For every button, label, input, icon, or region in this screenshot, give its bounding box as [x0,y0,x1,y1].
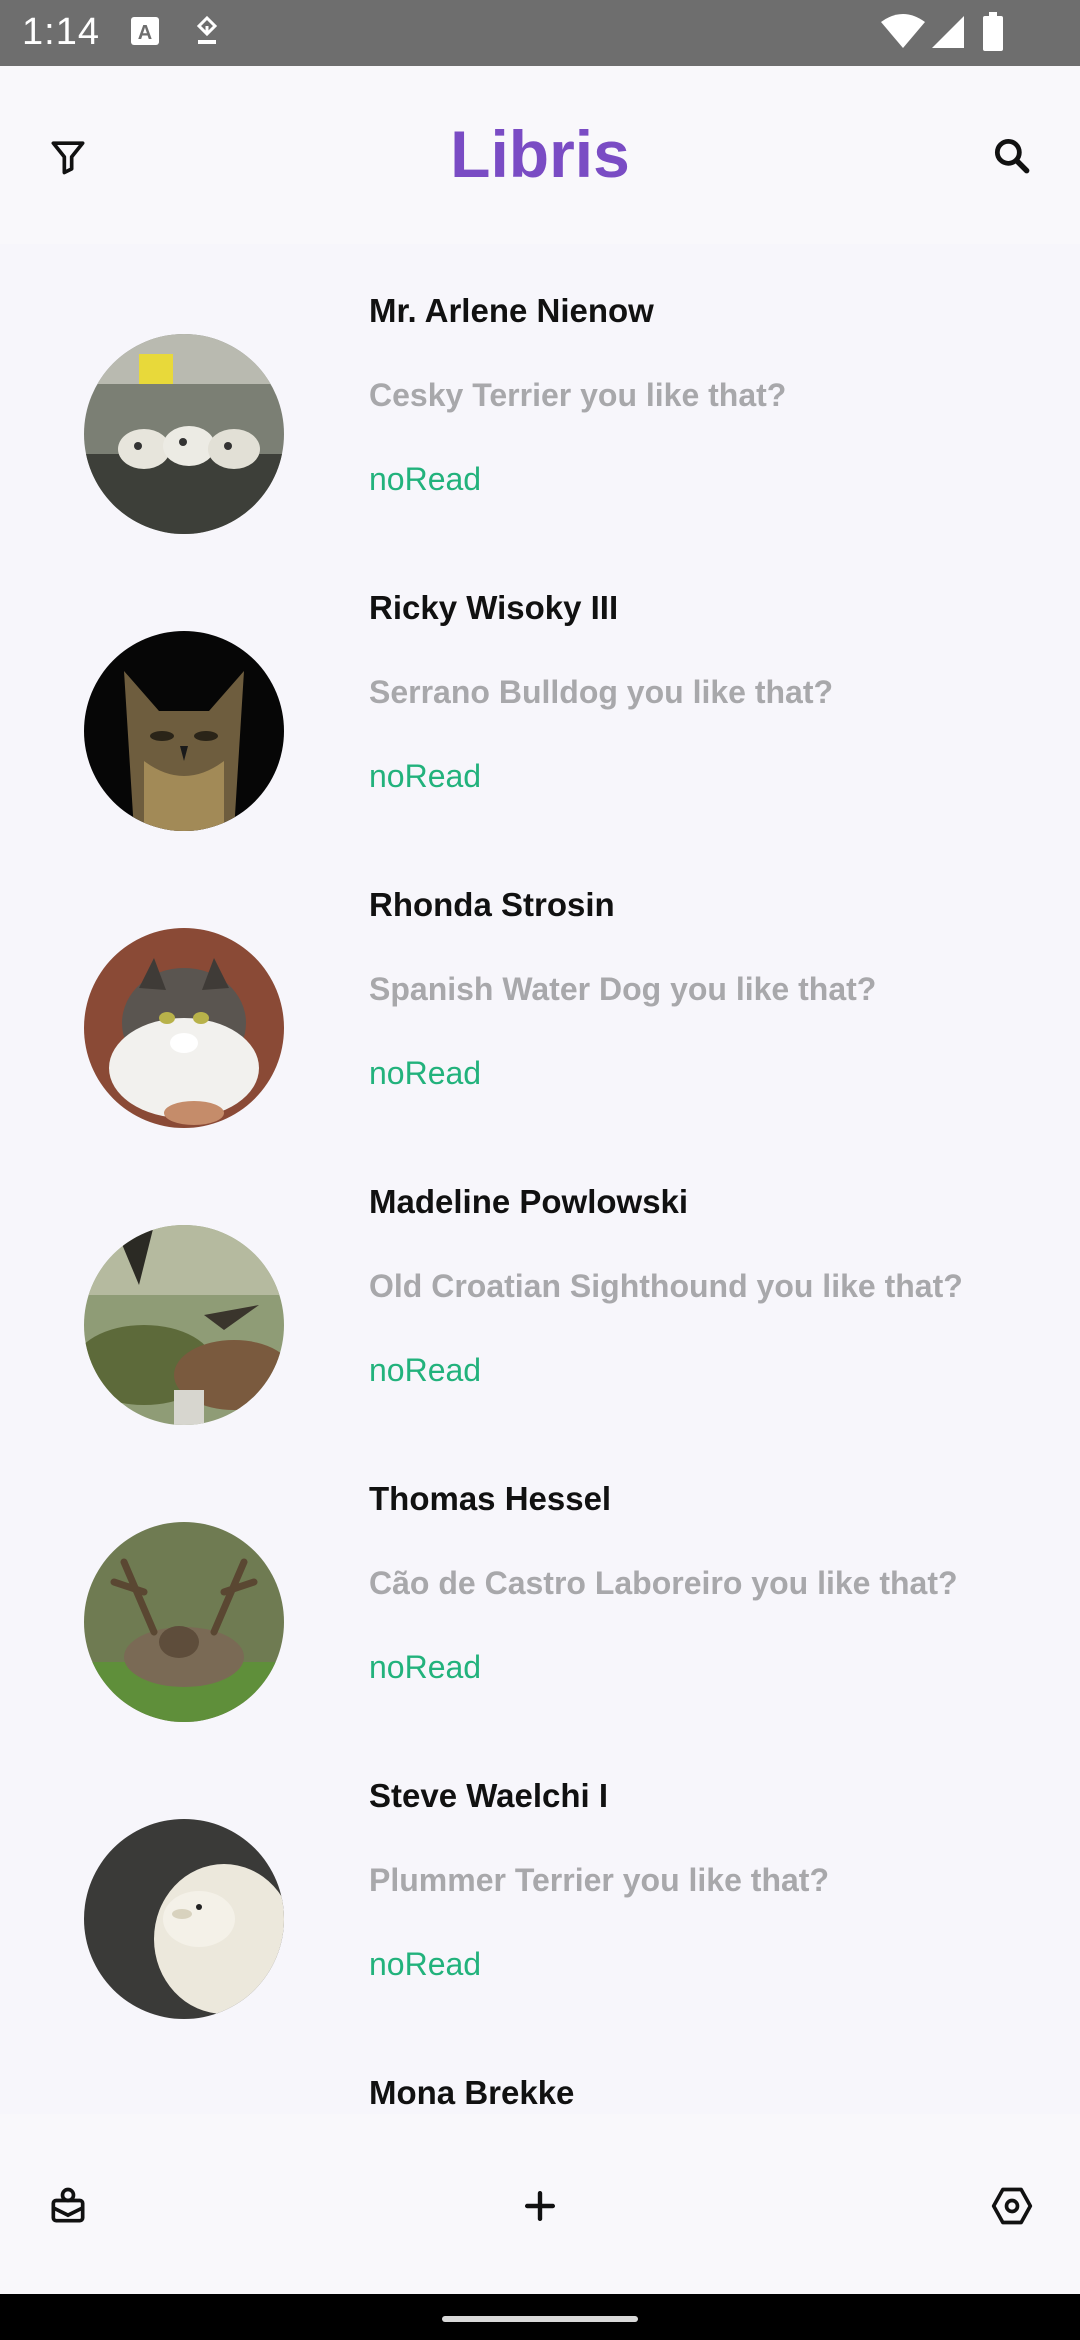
avatar [84,1225,284,1425]
list-item[interactable]: Mr. Arlene Nienow Cesky Terrier you like… [0,244,1080,541]
item-name: Madeline Powlowski [369,1183,689,1220]
download-badge-icon [192,15,222,53]
list-item[interactable]: Rhonda Strosin Spanish Water Dog you lik… [0,838,1080,1135]
status-time: 1:14 [22,11,100,53]
read-status: noRead [369,758,482,794]
system-nav-bar [0,2294,1080,2340]
item-message: Plummer Terrier you like that? [369,1862,829,1898]
svg-text:A: A [138,22,152,44]
avatar [84,631,284,831]
item-message: Cão de Castro Laboreiro you like that? [369,1565,958,1601]
item-message: Serrano Bulldog you like that? [369,674,834,710]
bottom-bar [0,2114,1080,2294]
item-name: Steve Waelchi I [369,1777,609,1814]
app-bar: Libris [0,66,1080,244]
list-item[interactable]: Ricky Wisoky III Serrano Bulldog you lik… [0,541,1080,838]
list-item[interactable]: Madeline Powlowski Old Croatian Sighthou… [0,1135,1080,1432]
battery-icon [982,12,1004,57]
status-bar: 1:14 A [0,0,1080,66]
plus-icon[interactable] [518,2184,562,2228]
item-name: Thomas Hessel [369,1480,612,1517]
read-status: noRead [369,1352,482,1388]
list-item[interactable]: Thomas Hessel Cão de Castro Laboreiro yo… [0,1432,1080,1729]
search-icon[interactable] [990,134,1034,178]
list-item[interactable]: Steve Waelchi I Plummer Terrier you like… [0,1729,1080,2026]
avatar [84,1819,284,2019]
conversation-list[interactable]: Mr. Arlene Nienow Cesky Terrier you like… [0,244,1080,2114]
avatar [84,334,284,534]
item-name: Mona Brekke [369,2074,575,2111]
read-status: noRead [369,1946,482,1982]
item-name: Mr. Arlene Nienow [369,292,654,329]
avatar [84,1522,284,1722]
avatar [84,928,284,1128]
wifi-icon [880,14,926,55]
read-status: noRead [369,461,482,497]
settings-hexagon-icon[interactable] [990,2184,1034,2228]
list-item[interactable]: Mona Brekke [0,2026,1080,2114]
item-message: Cesky Terrier you like that? [369,377,787,413]
text-a-icon: A [130,16,160,51]
item-message: Old Croatian Sighthound you like that? [369,1268,963,1304]
app-title: Libris [450,117,630,191]
item-message: Spanish Water Dog you like that? [369,971,877,1007]
cell-signal-icon [930,14,966,55]
item-name: Rhonda Strosin [369,886,615,923]
item-name: Ricky Wisoky III [369,589,619,626]
read-status: noRead [369,1649,482,1685]
read-status: noRead [369,1055,482,1091]
inbox-person-icon[interactable] [46,2184,90,2228]
home-indicator[interactable] [442,2316,638,2322]
